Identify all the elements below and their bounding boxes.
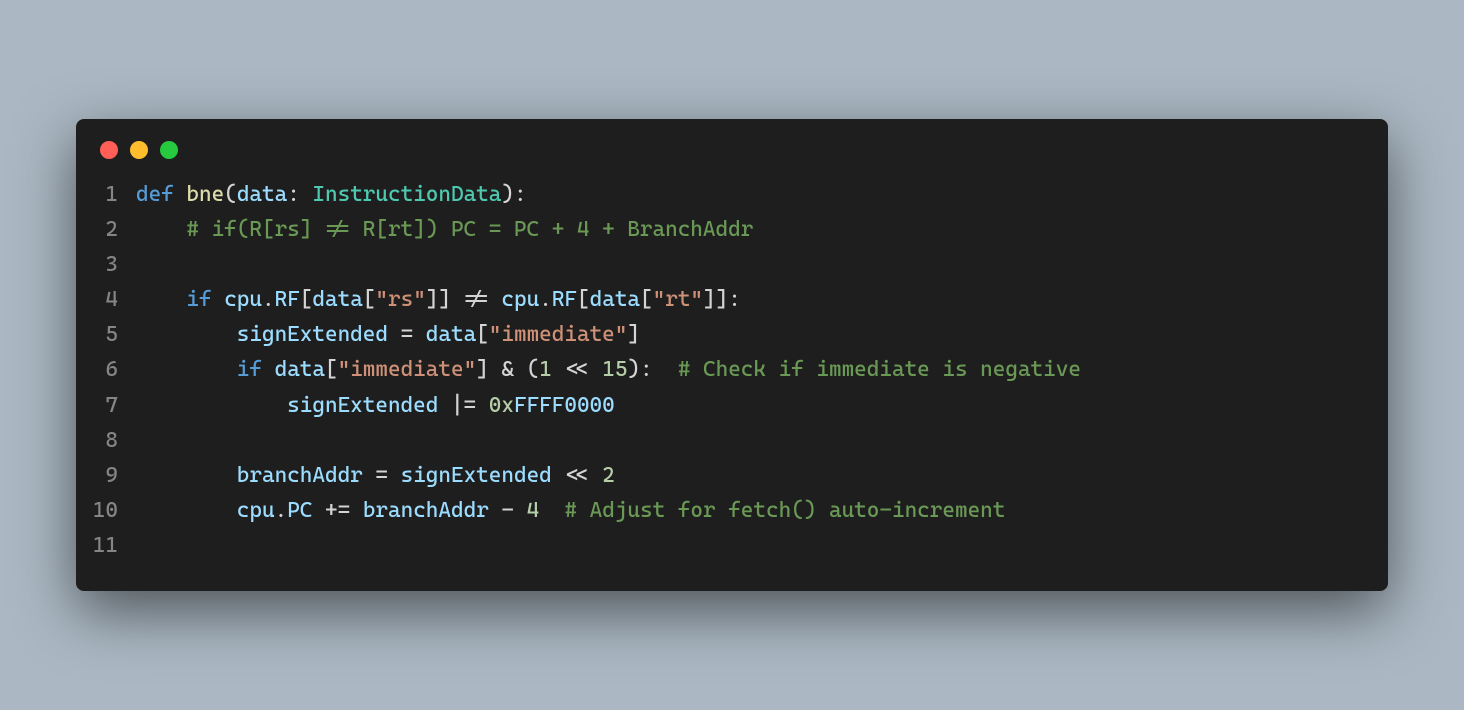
code-content: branchAddr = signExtended << 2: [136, 458, 1364, 493]
line-number: 3: [90, 247, 136, 282]
line-number: 10: [90, 493, 136, 528]
code-line: 7 signExtended |= 0xFFFF0000: [90, 388, 1364, 423]
maximize-icon[interactable]: [160, 141, 178, 159]
close-icon[interactable]: [100, 141, 118, 159]
code-content: if data["immediate"] & (1 << 15): # Chec…: [136, 352, 1364, 387]
code-content: [136, 247, 1364, 282]
code-line: 1def bne(data: InstructionData):: [90, 177, 1364, 212]
line-number: 7: [90, 388, 136, 423]
minimize-icon[interactable]: [130, 141, 148, 159]
code-content: def bne(data: InstructionData):: [136, 177, 1364, 212]
code-line: 2 # if(R[rs] != R[rt]) PC = PC + 4 + Bra…: [90, 212, 1364, 247]
code-content: if cpu.RF[data["rs"]] != cpu.RF[data["rt…: [136, 282, 1364, 317]
code-line: 10 cpu.PC += branchAddr - 4 # Adjust for…: [90, 493, 1364, 528]
code-line: 4 if cpu.RF[data["rs"]] != cpu.RF[data["…: [90, 282, 1364, 317]
code-window: 1def bne(data: InstructionData):2 # if(R…: [76, 119, 1388, 590]
code-area[interactable]: 1def bne(data: InstructionData):2 # if(R…: [76, 169, 1388, 562]
code-line: 9 branchAddr = signExtended << 2: [90, 458, 1364, 493]
code-content: signExtended |= 0xFFFF0000: [136, 388, 1364, 423]
stage: 1def bne(data: InstructionData):2 # if(R…: [0, 0, 1464, 710]
code-line: 5 signExtended = data["immediate"]: [90, 317, 1364, 352]
code-content: [136, 423, 1364, 458]
line-number: 4: [90, 282, 136, 317]
window-titlebar: [76, 119, 1388, 169]
code-line: 11: [90, 528, 1364, 563]
line-number: 5: [90, 317, 136, 352]
line-number: 11: [90, 528, 136, 563]
line-number: 9: [90, 458, 136, 493]
code-line: 8: [90, 423, 1364, 458]
code-content: signExtended = data["immediate"]: [136, 317, 1364, 352]
code-content: cpu.PC += branchAddr - 4 # Adjust for fe…: [136, 493, 1364, 528]
line-number: 2: [90, 212, 136, 247]
code-content: # if(R[rs] != R[rt]) PC = PC + 4 + Branc…: [136, 212, 1364, 247]
code-content: [136, 528, 1364, 563]
code-line: 6 if data["immediate"] & (1 << 15): # Ch…: [90, 352, 1364, 387]
line-number: 8: [90, 423, 136, 458]
line-number: 1: [90, 177, 136, 212]
line-number: 6: [90, 352, 136, 387]
code-line: 3: [90, 247, 1364, 282]
